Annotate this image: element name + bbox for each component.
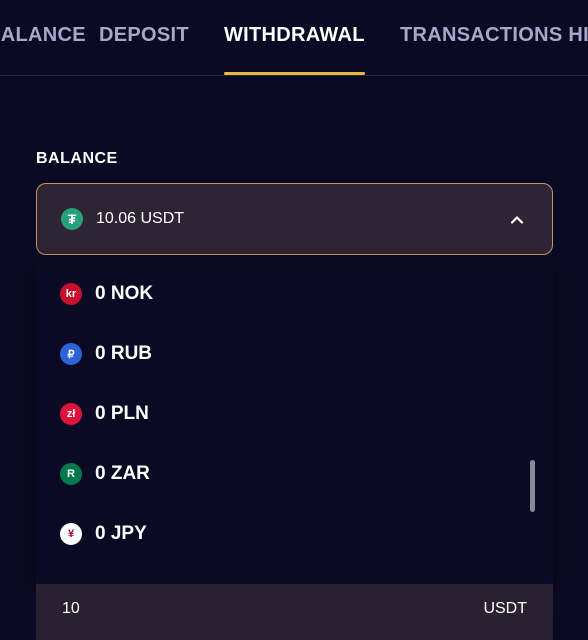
currency-option-label: 0 ZAR [95,463,150,484]
currency-option-label: 0 RUB [95,343,153,364]
currency-option-pln[interactable]: zł 0 PLN [36,383,526,443]
currency-option-label: 0 JPY [95,523,147,544]
amount-value[interactable]: 10 [62,600,80,618]
rub-icon: ₽ [60,343,82,365]
tether-icon: ₮ [61,208,83,230]
jpy-icon: ¥ [60,523,82,545]
currency-dropdown-list[interactable]: kr 0 NOK ₽ 0 RUB zł 0 PLN R 0 ZAR ¥ 0 JP… [36,262,553,586]
dropdown-scrollbar[interactable] [530,460,535,512]
pln-icon: zł [60,403,82,425]
tab-withdrawal[interactable]: WITHDRAWAL [224,24,365,47]
zar-icon: R [60,463,82,485]
amount-input-row[interactable]: 10 USDT [36,584,553,640]
tab-balance[interactable]: BALANCE [0,24,86,47]
nok-icon: kr [60,283,82,305]
chevron-up-icon[interactable] [507,210,527,230]
tab-transactions-history[interactable]: TRANSACTIONS HISTORY [400,24,588,47]
tab-bar: BALANCE DEPOSIT WITHDRAWAL TRANSACTIONS … [0,0,588,76]
balance-label: BALANCE [36,150,118,167]
currency-option-label: 0 NOK [95,283,154,304]
active-tab-indicator [224,72,365,75]
currency-option-rub[interactable]: ₽ 0 RUB [36,323,526,383]
currency-option-nok[interactable]: kr 0 NOK [36,263,526,323]
selected-balance-value: 10.06 USDT [96,210,185,227]
tab-deposit[interactable]: DEPOSIT [99,24,189,47]
balance-currency-select[interactable]: ₮ 10.06 USDT [36,183,553,255]
currency-option-jpy[interactable]: ¥ 0 JPY [36,503,526,563]
currency-option-label: 0 PLN [95,403,149,424]
currency-option-zar[interactable]: R 0 ZAR [36,443,526,503]
amount-unit: USDT [483,600,527,617]
